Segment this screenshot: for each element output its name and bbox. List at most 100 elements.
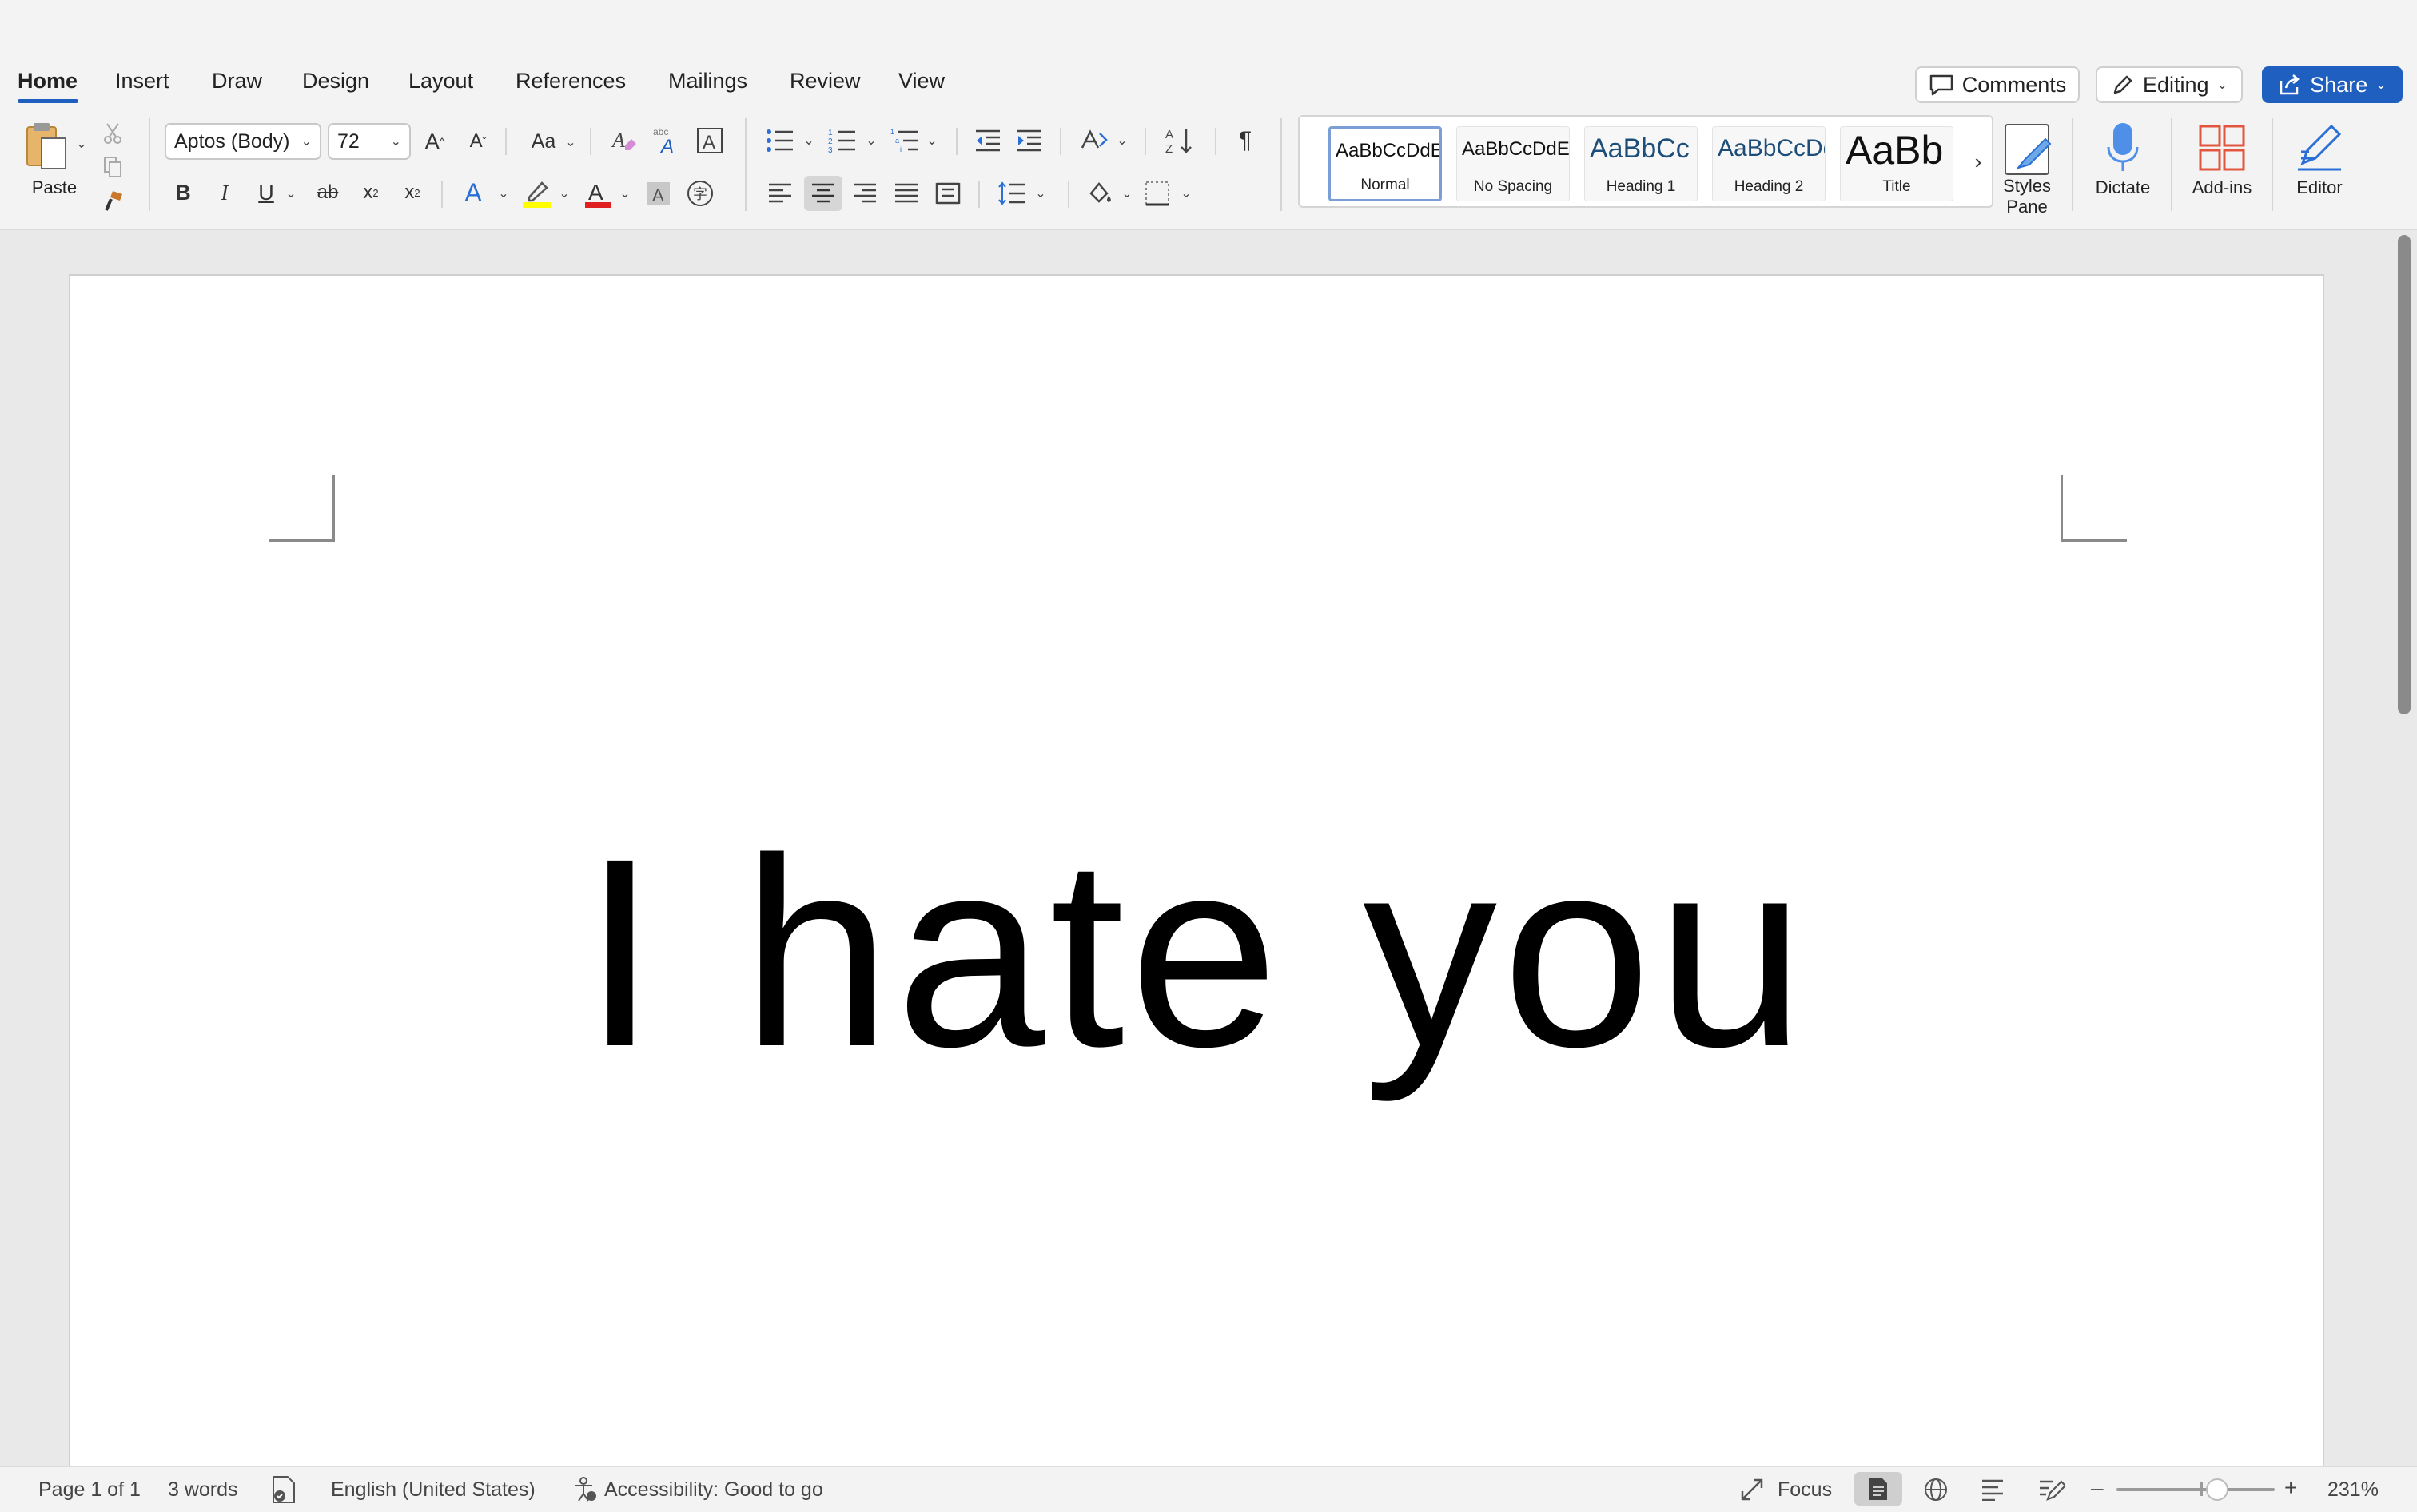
increase-indent-icon[interactable] [1013,125,1045,157]
strikethrough-icon[interactable]: ab [312,177,344,208]
tab-review[interactable]: Review [790,69,861,94]
tab-mailings[interactable]: Mailings [668,69,747,94]
decrease-indent-icon[interactable] [972,125,1004,157]
italic-icon[interactable]: I [211,177,238,208]
text-effects-dropdown[interactable]: ⌄ [497,185,510,201]
draft-view-icon[interactable] [2038,1477,2067,1508]
cut-icon[interactable] [101,121,125,145]
shading-icon[interactable] [1084,177,1116,209]
accessibility-status[interactable]: Accessibility: Good to go [604,1478,823,1502]
enclose-characters-icon[interactable]: 字 [684,177,716,209]
document-body-text[interactable]: I hate you [70,819,2323,1088]
justify-icon[interactable] [890,177,922,209]
scrollbar-thumb[interactable] [2398,235,2411,714]
style-no-spacing[interactable]: AaBbCcDdE No Spacing [1456,126,1570,201]
document-page[interactable]: I hate you [70,276,2323,1474]
font-name-combo[interactable]: Aptos (Body) ⌄ [165,123,321,160]
outline-view-icon[interactable] [1981,1478,2005,1506]
gallery-more-chevron-icon[interactable]: › [1968,145,1989,177]
paste-options-dropdown[interactable]: ⌄ [75,136,88,152]
align-left-icon[interactable] [764,177,796,209]
editor-pen-icon[interactable] [2292,120,2347,176]
paste-button[interactable] [21,120,72,174]
proofing-icon[interactable] [270,1475,297,1510]
highlight-color-icon[interactable] [520,177,555,209]
style-heading-1[interactable]: AaBbCc Heading 1 [1584,126,1698,201]
text-effects-abc-icon[interactable]: abc A [651,125,683,157]
font-size-combo[interactable]: 72 ⌄ [328,123,411,160]
style-normal[interactable]: AaBbCcDdE Normal [1328,126,1442,201]
accessibility-icon[interactable] [572,1477,598,1508]
tab-draw[interactable]: Draw [212,69,262,94]
clear-formatting-icon[interactable]: A [607,125,639,157]
word-count[interactable]: 3 words [168,1478,238,1502]
share-button[interactable]: Share ⌄ [2262,66,2403,103]
focus-expand-icon[interactable] [1739,1477,1765,1508]
shrink-font-icon[interactable]: Aˇ [462,126,494,157]
numbering-icon[interactable]: 123 [826,125,858,157]
highlight-dropdown[interactable]: ⌄ [558,185,571,201]
underline-dropdown[interactable]: ⌄ [285,185,297,201]
tab-view[interactable]: View [898,69,945,94]
grow-font-icon[interactable]: A ^ [419,126,451,157]
editing-mode-button[interactable]: Editing ⌄ [2096,66,2243,103]
copy-icon[interactable] [101,155,125,179]
change-case-button[interactable]: Aa [524,126,563,157]
text-direction-icon[interactable] [1077,125,1111,157]
styles-gallery: AaBbCcDdE Normal AaBbCcDdE No Spacing Aa… [1298,115,1993,208]
font-color-dropdown[interactable]: ⌄ [619,185,631,201]
bullets-dropdown[interactable]: ⌄ [802,133,815,149]
add-ins-icon[interactable] [2196,120,2248,176]
align-right-icon[interactable] [849,177,881,209]
web-layout-globe-icon[interactable] [1923,1477,1949,1508]
zoom-in-icon[interactable]: + [2284,1475,2297,1501]
character-shading-icon[interactable]: A [644,177,673,209]
add-ins-label: Add-ins [2192,177,2252,197]
page-count[interactable]: Page 1 of 1 [38,1478,141,1502]
multilevel-list-dropdown[interactable]: ⌄ [926,133,938,149]
focus-button[interactable]: Focus [1778,1478,1832,1502]
svg-text:A: A [588,180,603,205]
multilevel-list-icon[interactable]: 1ai [889,125,921,157]
vertical-scrollbar[interactable] [2395,232,2414,1462]
style-heading-2[interactable]: AaBbCcDd Heading 2 [1712,126,1826,201]
zoom-slider-track[interactable] [2116,1488,2275,1491]
tab-layout[interactable]: Layout [408,69,473,94]
character-border-icon[interactable]: A [694,125,726,157]
numbering-dropdown[interactable]: ⌄ [865,133,878,149]
sort-icon[interactable]: AZ [1162,125,1196,157]
bullets-icon[interactable] [764,125,796,157]
borders-icon[interactable] [1141,177,1173,209]
styles-pane-icon[interactable] [2001,120,2053,179]
superscript-icon[interactable]: x2 [398,177,427,208]
distributed-icon[interactable] [932,177,964,209]
line-spacing-icon[interactable] [996,177,1028,209]
shading-dropdown[interactable]: ⌄ [1121,185,1133,201]
subscript-icon[interactable]: x2 [356,177,385,208]
line-spacing-dropdown[interactable]: ⌄ [1034,185,1047,201]
zoom-slider-thumb[interactable] [2206,1478,2228,1501]
zoom-out-icon[interactable]: – [2091,1475,2104,1501]
tab-references[interactable]: References [516,69,626,94]
comments-button[interactable]: Comments [1915,66,2080,103]
bold-icon[interactable]: B [169,177,197,208]
underline-icon[interactable]: U [253,177,280,208]
text-effects-icon[interactable]: A [457,177,489,208]
language-status[interactable]: English (United States) [331,1478,536,1502]
format-painter-icon[interactable] [101,187,126,213]
tab-home[interactable]: Home [18,69,78,94]
borders-dropdown[interactable]: ⌄ [1180,185,1193,201]
tab-design[interactable]: Design [302,69,369,94]
change-case-dropdown[interactable]: ⌄ [564,134,577,150]
print-layout-view-icon[interactable] [1854,1472,1902,1506]
tab-insert[interactable]: Insert [115,69,169,94]
separator [590,128,591,155]
text-direction-dropdown[interactable]: ⌄ [1116,133,1129,149]
show-formatting-marks-icon[interactable]: ¶ [1231,125,1260,157]
microphone-icon[interactable] [2096,120,2150,176]
font-color-icon[interactable]: A [580,177,615,209]
style-title[interactable]: AaBb Title [1840,126,1953,201]
zoom-level[interactable]: 231% [2327,1478,2379,1502]
align-center-icon[interactable] [804,176,842,211]
style-name: Title [1882,178,1911,195]
